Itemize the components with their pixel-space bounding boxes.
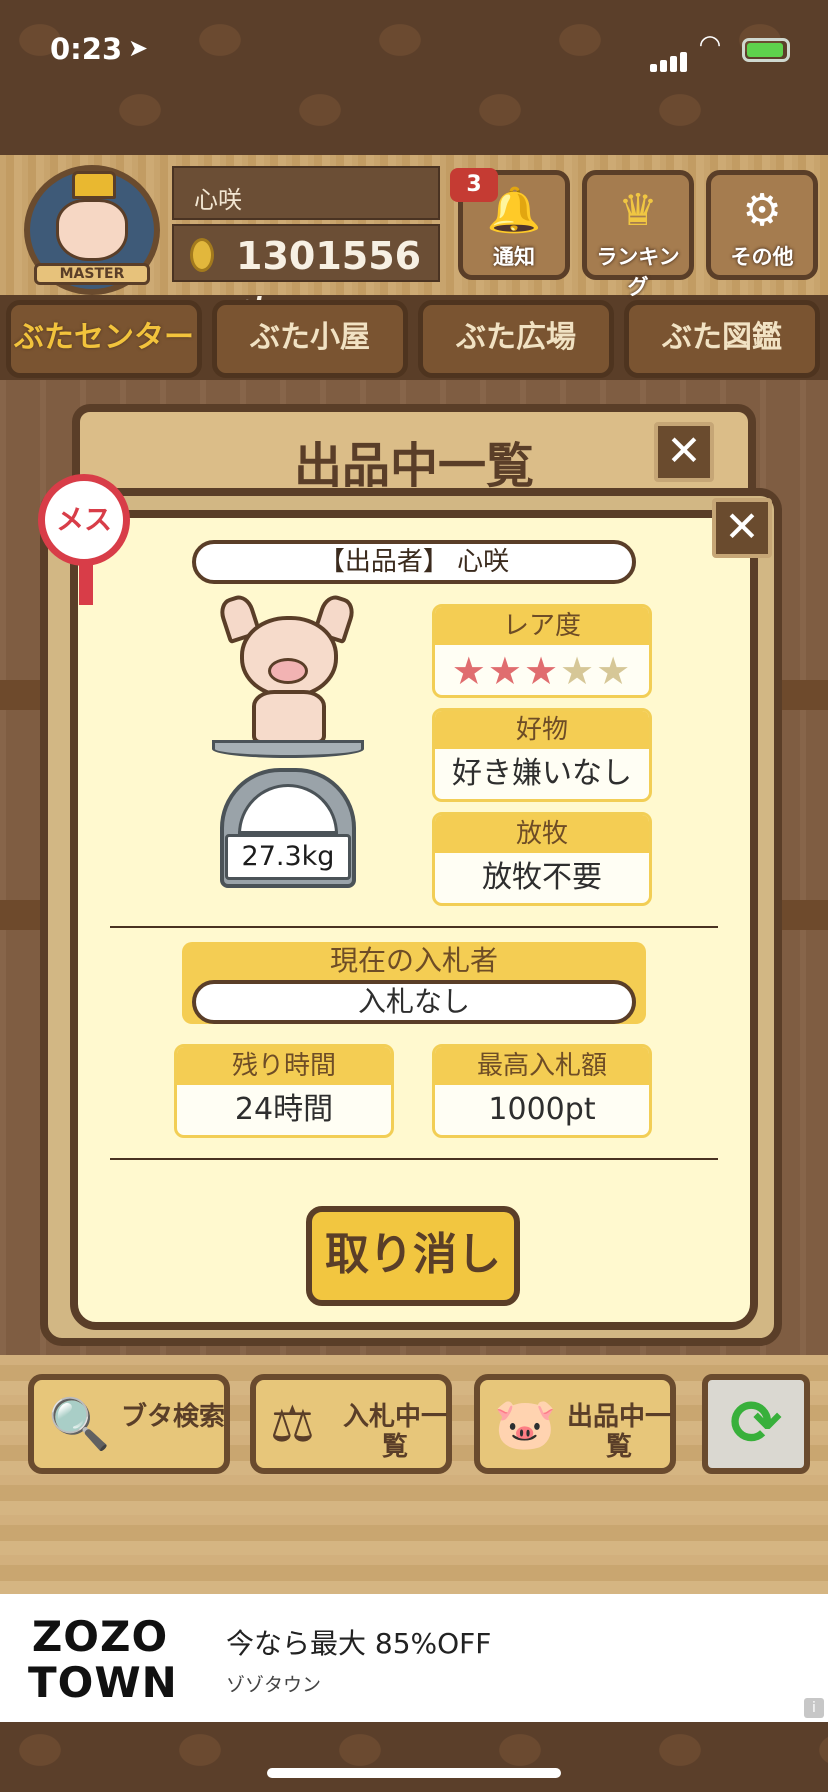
time-left-card: 残り時間 24時間	[174, 1044, 394, 1138]
time-left-value: 24時間	[234, 1092, 334, 1127]
highest-bid-card: 最高入札額 1000pt	[432, 1044, 652, 1138]
wifi-icon: ◠	[700, 30, 720, 60]
player-name: 心咲	[172, 166, 440, 220]
tab-buta-plaza[interactable]: ぶた広場	[418, 300, 614, 378]
divider	[110, 1158, 718, 1160]
grazing-card: 放牧 放牧不要	[432, 812, 652, 906]
ad-info-icon[interactable]: i	[804, 1698, 824, 1718]
ad-subtitle: ゾゾタウン	[226, 1674, 322, 1696]
bidding-list-button[interactable]: ⚖ 入札中一覧	[250, 1374, 452, 1474]
bidding-list-label: 入札中一覧	[342, 1402, 447, 1462]
avatar-rank-ribbon: MASTER	[34, 263, 150, 285]
pig-face-icon	[56, 199, 128, 261]
battery-icon	[742, 38, 790, 62]
ranking-button[interactable]: ♛ ランキング	[582, 170, 694, 299]
gear-icon: ⚙	[742, 185, 782, 236]
points-display: 1301556 pt	[172, 224, 440, 319]
current-bidder-label: 現在の入札者	[329, 944, 498, 977]
background-pattern-bottom	[0, 1720, 828, 1792]
current-bidder-value: 入札なし	[192, 980, 636, 1024]
pig-icon: 🐷	[494, 1395, 557, 1453]
star-filled-icon: ★	[523, 649, 561, 693]
ranking-label: ランキング	[596, 245, 680, 299]
star-filled-icon: ★	[451, 649, 488, 693]
star-filled-icon: ★	[487, 649, 524, 693]
female-gender-badge: メス	[38, 474, 130, 605]
crown-icon	[72, 171, 116, 199]
pig-search-button[interactable]: 🔍 ブタ検索	[28, 1374, 230, 1474]
close-list-button[interactable]: ✕	[654, 422, 714, 482]
pig-body	[252, 690, 326, 744]
gavel-icon: ⚖	[270, 1395, 315, 1453]
rarity-stars: ★★★★★	[435, 645, 649, 695]
divider	[110, 926, 718, 928]
location-arrow-icon: ➤	[128, 34, 149, 62]
ad-headline: 今なら最大 85%OFF	[226, 1627, 492, 1660]
favorite-food-card: 好物 好き嫌いなし	[432, 708, 652, 802]
coin-icon	[190, 238, 214, 272]
listing-list-label: 出品中一覧	[566, 1402, 671, 1462]
pig-head	[240, 616, 338, 698]
close-detail-button[interactable]: ✕	[712, 498, 772, 558]
tab-buta-encyclopedia[interactable]: ぶた図鑑	[624, 300, 820, 378]
scale-dial	[238, 784, 338, 834]
refresh-icon: ⟳	[730, 1386, 782, 1459]
crown-icon: ♛	[618, 185, 658, 236]
other-menu-button[interactable]: ⚙ その他	[706, 170, 818, 280]
notification-count-badge: 3	[450, 168, 498, 202]
rarity-card: レア度 ★★★★★	[432, 604, 652, 698]
modal-title: 出品中一覧	[293, 438, 534, 494]
seller-label: 【出品者】 心咲	[192, 540, 636, 584]
highest-bid-label: 最高入札額	[435, 1047, 649, 1085]
status-bar: 0:23 ➤ ◠	[0, 0, 828, 100]
player-avatar[interactable]: MASTER	[24, 165, 160, 295]
ad-brand-line1: ZOZO	[31, 1612, 169, 1661]
tab-buta-center[interactable]: ぶたセンター	[6, 300, 202, 378]
grazing-value: 放牧不要	[482, 860, 602, 895]
time-left-label: 残り時間	[177, 1047, 391, 1085]
other-menu-label: その他	[730, 245, 794, 269]
status-time: 0:23	[50, 32, 123, 66]
cancel-listing-button[interactable]: 取り消し	[306, 1206, 520, 1306]
star-empty-icon: ★	[560, 649, 597, 693]
ad-banner[interactable]: ZOZO TOWN 今なら最大 85%OFF ゾゾタウン i	[0, 1594, 828, 1722]
refresh-button[interactable]: ⟳	[702, 1374, 810, 1474]
listing-list-button[interactable]: 🐷 出品中一覧	[474, 1374, 676, 1474]
tab-buta-hut[interactable]: ぶた小屋	[212, 300, 408, 378]
scale-tray	[212, 740, 364, 758]
favorite-food-label: 好物	[435, 711, 649, 749]
pig-weight: 27.3kg	[225, 834, 351, 880]
rarity-label: レア度	[435, 607, 649, 645]
gender-label: メス	[55, 503, 112, 536]
current-bidder-card: 現在の入札者 入札なし	[182, 942, 646, 1024]
female-symbol-icon	[79, 565, 93, 605]
ad-brand-line2: TOWN	[28, 1658, 178, 1707]
magnifier-icon: 🔍	[48, 1395, 111, 1453]
home-indicator[interactable]	[267, 1768, 561, 1778]
highest-bid-value: 1000pt	[488, 1092, 596, 1127]
cellular-signal-icon	[650, 38, 690, 72]
favorite-food-value: 好き嫌いなし	[452, 756, 632, 791]
grazing-label: 放牧	[435, 815, 649, 853]
points-value: 1301556	[236, 234, 422, 278]
star-empty-icon: ★	[596, 649, 633, 693]
pig-search-label: ブタ検索	[120, 1402, 225, 1432]
ad-brand-logo: ZOZO TOWN	[28, 1612, 178, 1707]
notification-label: 通知	[493, 245, 535, 269]
pig-snout	[268, 658, 308, 684]
